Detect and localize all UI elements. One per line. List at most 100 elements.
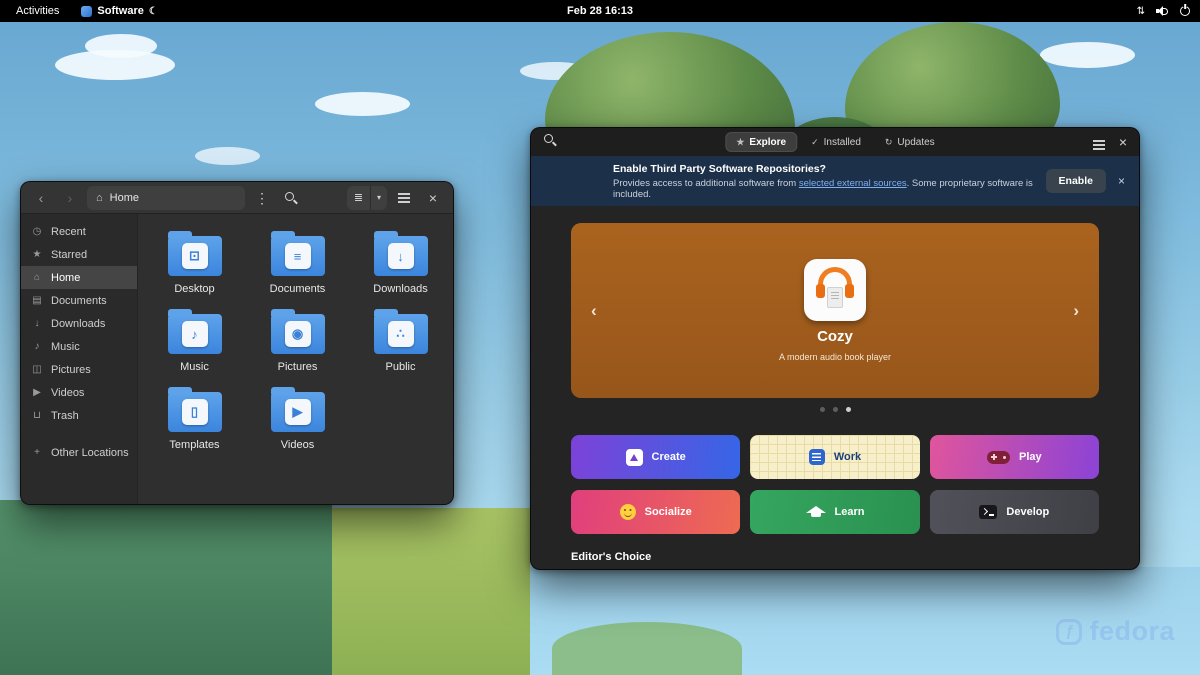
location-menu-button[interactable]: ⋮ (250, 186, 274, 210)
field (332, 508, 530, 675)
folder-downloads[interactable]: ↓ Downloads (352, 230, 449, 295)
category-create[interactable]: Create (571, 435, 740, 479)
banner-text: Provides access to additional software f… (613, 178, 799, 189)
files-sidebar: ◷Recent ★Starred ⌂Home ▤Documents ↓Downl… (21, 214, 138, 504)
view-options-caret-icon[interactable]: ▾ (371, 186, 387, 210)
category-play[interactable]: Play (930, 435, 1099, 479)
clock[interactable]: Feb 28 16:13 (567, 5, 633, 17)
gamepad-icon (987, 451, 1010, 464)
back-button[interactable]: ‹ (29, 186, 53, 210)
folder-name: Pictures (278, 361, 318, 373)
category-work[interactable]: Work (750, 435, 919, 479)
fedora-watermark: ƒ fedora (1056, 616, 1175, 647)
hill (552, 622, 742, 675)
folder-music[interactable]: ♪ Music (146, 308, 243, 373)
headphone-cup-icon (816, 284, 825, 298)
sidebar-item-music[interactable]: ♪ Music (21, 335, 137, 358)
desktop: ƒ fedora Activities Software ☾ Feb 28 16… (0, 0, 1200, 675)
folder-templates[interactable]: ▯ Templates (146, 386, 243, 451)
category-label: Socialize (645, 506, 692, 518)
focused-app-name: Software (97, 5, 143, 17)
tab-explore[interactable]: ★ Explore (725, 132, 797, 152)
list-view-icon[interactable]: ≣ (347, 186, 371, 210)
sidebar-item-label: Home (51, 272, 80, 284)
carousel-next-button[interactable]: › (1073, 301, 1079, 321)
carousel-previous-button[interactable]: ‹ (591, 301, 597, 321)
software-headerbar[interactable]: ★ Explore ✓ Installed ↻ Updates × (531, 128, 1139, 156)
activities-button[interactable]: Activities (10, 5, 65, 17)
files-headerbar[interactable]: ‹ › ⌂ Home ⋮ ≣ ▾ × (21, 182, 453, 214)
field (0, 500, 332, 675)
fedora-logo-icon: ƒ (1056, 619, 1082, 645)
third-party-repos-banner: Enable Third Party Software Repositories… (531, 156, 1139, 206)
tab-updates[interactable]: ↻ Updates (875, 132, 945, 152)
star-icon: ★ (31, 249, 43, 260)
forward-button[interactable]: › (58, 186, 82, 210)
cloud (85, 34, 157, 58)
editors-choice-heading: Editor's Choice (571, 551, 1099, 563)
sidebar-item-starred[interactable]: ★Starred (21, 243, 137, 266)
featured-app-name: Cozy (817, 328, 853, 345)
sidebar-item-trash[interactable]: ⊔Trash (21, 404, 137, 427)
sidebar-item-pictures[interactable]: ◫Pictures (21, 358, 137, 381)
page-dot-3-active[interactable] (846, 407, 851, 412)
view-toggle-split-button[interactable]: ≣ ▾ (347, 186, 387, 210)
featured-app-tagline: A modern audio book player (779, 352, 891, 362)
music-emblem-icon: ♪ (182, 321, 208, 347)
terminal-icon (979, 505, 997, 519)
banner-close-button[interactable]: × (1118, 174, 1125, 188)
music-icon: ♪ (31, 341, 43, 352)
category-develop[interactable]: Develop (930, 490, 1099, 534)
sidebar-item-downloads[interactable]: ↓Downloads (21, 312, 137, 335)
tab-installed[interactable]: ✓ Installed (801, 132, 871, 152)
search-icon (543, 133, 557, 147)
software-search-button[interactable] (543, 133, 557, 152)
system-status-area[interactable]: ⇅ (1137, 6, 1190, 17)
tab-label: Installed (824, 137, 861, 148)
folder-icon: ◉ (271, 314, 325, 354)
files-close-button[interactable]: × (421, 186, 445, 210)
folder-icon: ≡ (271, 236, 325, 276)
focused-app-indicator[interactable]: Software ☾ (81, 5, 157, 17)
page-dot-1[interactable] (820, 407, 825, 412)
folder-desktop[interactable]: ⊡ Desktop (146, 230, 243, 295)
featured-app-info: Cozy A modern audio book player (779, 259, 891, 362)
cozy-app-icon (804, 259, 866, 321)
folder-name: Templates (169, 439, 219, 451)
software-close-button[interactable]: × (1119, 135, 1127, 149)
folder-name: Music (180, 361, 209, 373)
folder-public[interactable]: ∴ Public (352, 308, 449, 373)
files-menu-button[interactable] (392, 186, 416, 210)
share-emblem-icon: ∴ (388, 321, 414, 347)
sidebar-item-label: Trash (51, 410, 79, 422)
folder-documents[interactable]: ≡ Documents (249, 230, 346, 295)
sidebar-item-documents[interactable]: ▤Documents (21, 289, 137, 312)
featured-app-banner[interactable]: ‹ Cozy A modern audio book player › (571, 223, 1099, 398)
software-menu-button[interactable] (1093, 133, 1105, 151)
folder-pictures[interactable]: ◉ Pictures (249, 308, 346, 373)
external-sources-link[interactable]: selected external sources (799, 178, 907, 189)
files-search-button[interactable] (279, 186, 303, 210)
top-bar: Activities Software ☾ Feb 28 16:13 ⇅ (0, 0, 1200, 22)
enable-button[interactable]: Enable (1046, 169, 1106, 193)
path-bar[interactable]: ⌂ Home (87, 186, 245, 210)
page-dot-2[interactable] (833, 407, 838, 412)
sidebar-item-label: Music (51, 341, 80, 353)
sidebar-item-recent[interactable]: ◷Recent (21, 220, 137, 243)
sidebar-item-label: Downloads (51, 318, 105, 330)
sidebar-item-other-locations[interactable]: +Other Locations (21, 441, 137, 464)
explore-star-icon: ★ (736, 137, 744, 148)
sidebar-item-home[interactable]: ⌂Home (21, 266, 137, 289)
current-location-label: Home (110, 192, 139, 204)
network-icon: ⇅ (1137, 6, 1145, 17)
tab-label: Updates (897, 137, 934, 148)
software-content: ‹ Cozy A modern audio book player › (531, 206, 1139, 563)
folder-icon: ⊡ (168, 236, 222, 276)
category-socialize[interactable]: Socialize (571, 490, 740, 534)
hamburger-icon (1093, 144, 1105, 146)
sidebar-item-videos[interactable]: ▶Videos (21, 381, 137, 404)
category-learn[interactable]: Learn (750, 490, 919, 534)
files-content-area: ⊡ Desktop ≡ Documents ↓ Downloads ♪ Musi… (138, 214, 453, 504)
folder-videos[interactable]: ▶ Videos (249, 386, 346, 451)
tab-label: Explore (749, 137, 786, 148)
